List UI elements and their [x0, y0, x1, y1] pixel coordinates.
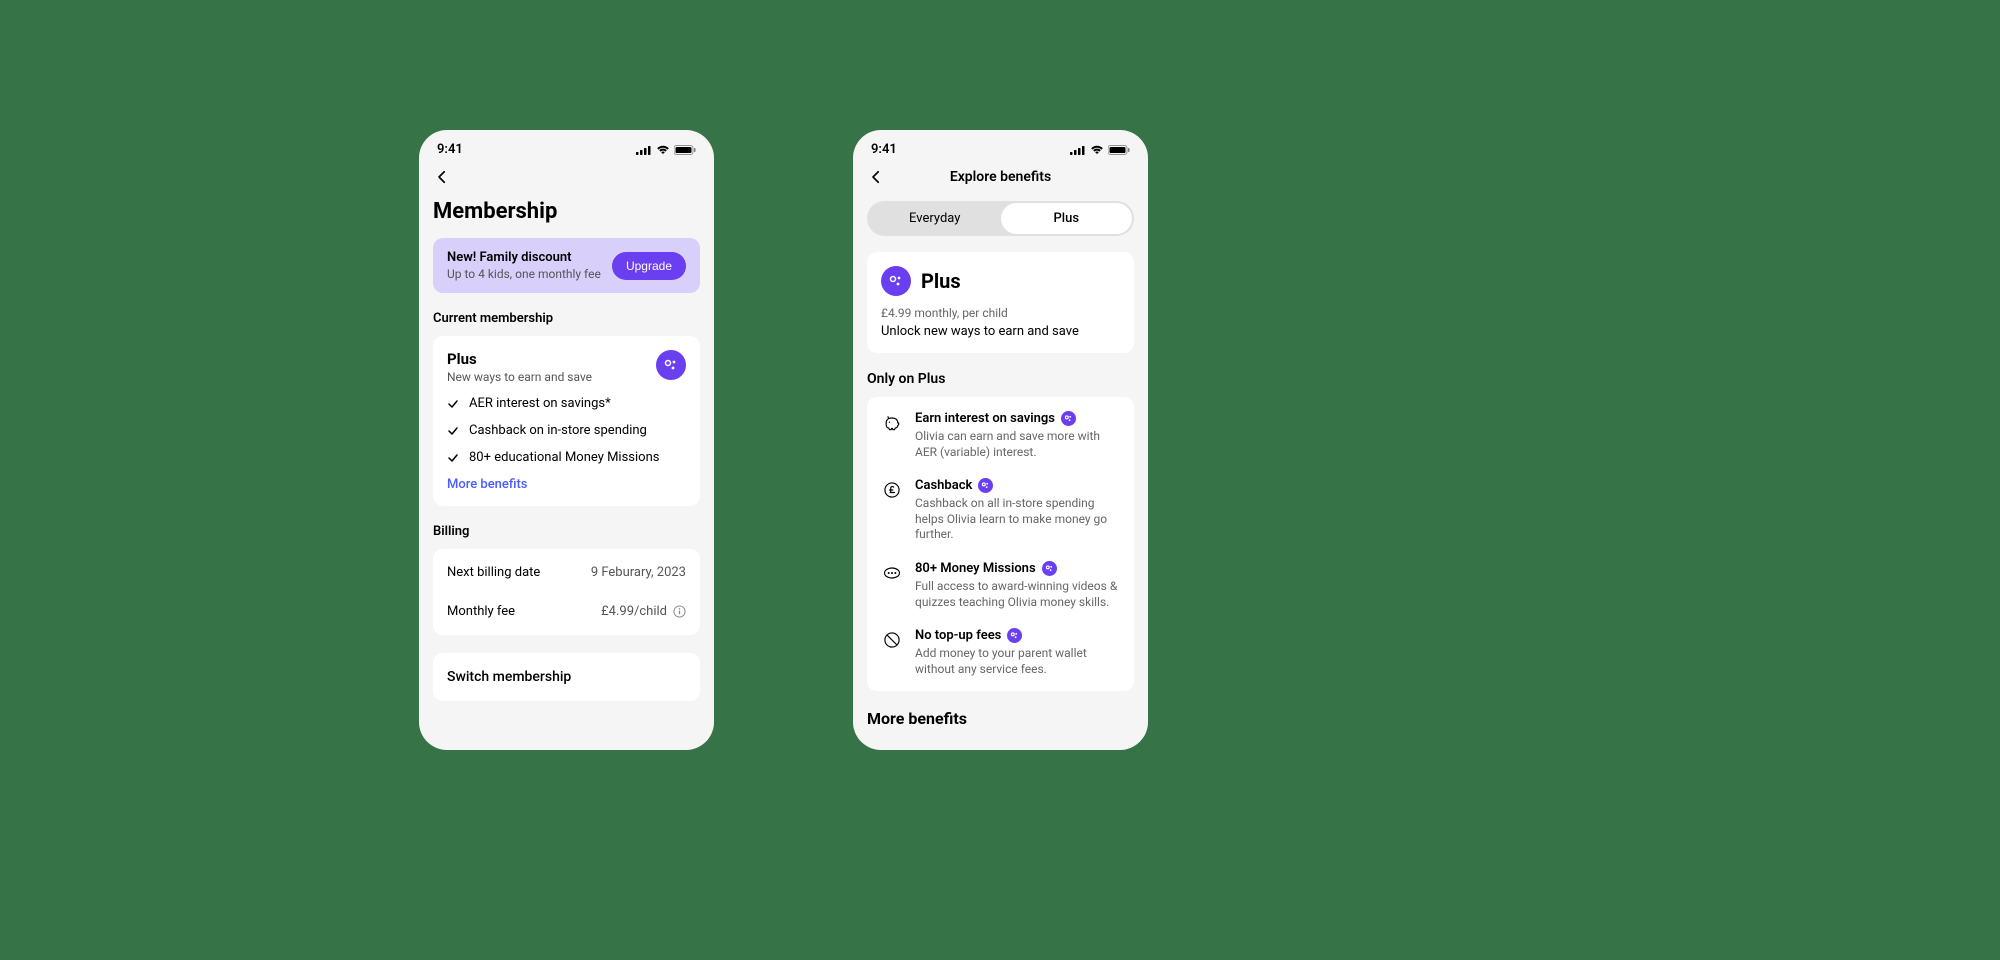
- status-icons: [1070, 145, 1130, 155]
- benefit-desc: Add money to your parent wallet without …: [915, 646, 1120, 677]
- next-billing-value: 9 Feburary, 2023: [591, 565, 686, 580]
- billing-card: Next billing date 9 Feburary, 2023 Month…: [433, 549, 700, 635]
- status-icons: [636, 145, 696, 155]
- signal-icon: [1070, 145, 1086, 155]
- feature-text: Cashback on in-store spending: [469, 423, 647, 438]
- monthly-fee-value: £4.99/child: [601, 604, 667, 619]
- banner-title: New! Family discount: [447, 250, 601, 265]
- plus-badge-icon: [1061, 411, 1076, 426]
- check-icon: [447, 398, 459, 410]
- upgrade-button[interactable]: Upgrade: [612, 252, 686, 280]
- benefit-desc: Cashback on all in-store spending helps …: [915, 496, 1120, 543]
- benefit-title: Earn interest on savings: [915, 411, 1055, 426]
- current-membership-label: Current membership: [433, 311, 700, 326]
- benefit-title: Cashback: [915, 478, 972, 493]
- billing-fee-row: Monthly fee £4.99/child: [447, 598, 686, 625]
- plus-hero-desc: Unlock new ways to earn and save: [881, 324, 1120, 339]
- plus-hero-card: Plus £4.99 monthly, per child Unlock new…: [867, 252, 1134, 353]
- switch-membership-button[interactable]: Switch membership: [433, 653, 700, 701]
- tab-plus[interactable]: Plus: [1001, 203, 1133, 234]
- benefit-desc: Full access to award-winning videos & qu…: [915, 579, 1120, 610]
- more-benefits-link[interactable]: More benefits: [447, 477, 686, 492]
- page-title: Membership: [433, 199, 700, 224]
- current-plan-card: Plus New ways to earn and save AER inter…: [433, 336, 700, 506]
- wifi-icon: [1090, 145, 1104, 155]
- back-icon[interactable]: [867, 168, 885, 186]
- phone-membership: 9:41 Membership New! Family discount Up …: [419, 130, 714, 750]
- feature-text: AER interest on savings*: [469, 396, 611, 411]
- status-bar: 9:41: [853, 130, 1148, 161]
- wifi-icon: [656, 145, 670, 155]
- benefit-title: 80+ Money Missions: [915, 561, 1036, 576]
- nav-bar: [419, 161, 714, 193]
- status-bar: 9:41: [419, 130, 714, 161]
- status-time: 9:41: [437, 142, 463, 157]
- billing-label: Billing: [433, 524, 700, 539]
- switch-membership-label: Switch membership: [447, 669, 571, 685]
- tab-everyday[interactable]: Everyday: [869, 203, 1001, 234]
- feature-item: 80+ educational Money Missions: [447, 450, 686, 465]
- more-benefits-heading: More benefits: [867, 709, 1134, 728]
- plan-subtitle: New ways to earn and save: [447, 370, 592, 384]
- feature-item: Cashback on in-store spending: [447, 423, 686, 438]
- benefit-desc: Olivia can earn and save more with AER (…: [915, 429, 1120, 460]
- only-on-plus-label: Only on Plus: [867, 371, 1134, 387]
- banner-subtitle: Up to 4 kids, one monthly fee: [447, 267, 601, 281]
- monthly-fee-label: Monthly fee: [447, 604, 515, 619]
- signal-icon: [636, 145, 652, 155]
- battery-icon: [1108, 145, 1130, 155]
- feature-text: 80+ educational Money Missions: [469, 450, 659, 465]
- plus-badge-icon: [1007, 628, 1022, 643]
- plan-name: Plus: [447, 350, 592, 368]
- plus-hero-name: Plus: [921, 269, 961, 293]
- no-fee-icon: [882, 630, 902, 650]
- plus-badge-icon: [881, 266, 911, 296]
- benefit-item: Cashback Cashback on all in-store spendi…: [881, 478, 1120, 543]
- benefit-item: No top-up fees Add money to your parent …: [881, 628, 1120, 677]
- missions-icon: [882, 563, 902, 583]
- info-icon[interactable]: [673, 605, 686, 618]
- back-icon[interactable]: [433, 168, 451, 186]
- plus-hero-price: £4.99 monthly, per child: [881, 306, 1120, 320]
- status-time: 9:41: [871, 142, 897, 157]
- benefit-title: No top-up fees: [915, 628, 1001, 643]
- benefits-card: Earn interest on savings Olivia can earn…: [867, 397, 1134, 691]
- nav-bar: Explore benefits: [853, 161, 1148, 193]
- phone-explore-benefits: 9:41 Explore benefits Everyday Plus Plus…: [853, 130, 1148, 750]
- pound-icon: [882, 480, 902, 500]
- plus-badge-icon: [656, 350, 686, 380]
- plus-badge-icon: [1042, 561, 1057, 576]
- feature-item: AER interest on savings*: [447, 396, 686, 411]
- battery-icon: [674, 145, 696, 155]
- plan-segment-control: Everyday Plus: [867, 201, 1134, 236]
- billing-next-row: Next billing date 9 Feburary, 2023: [447, 559, 686, 586]
- check-icon: [447, 425, 459, 437]
- next-billing-label: Next billing date: [447, 565, 540, 580]
- benefit-item: 80+ Money Missions Full access to award-…: [881, 561, 1120, 610]
- family-discount-banner: New! Family discount Up to 4 kids, one m…: [433, 238, 700, 293]
- plus-badge-icon: [978, 478, 993, 493]
- check-icon: [447, 452, 459, 464]
- benefit-item: Earn interest on savings Olivia can earn…: [881, 411, 1120, 460]
- nav-title: Explore benefits: [853, 169, 1148, 185]
- piggy-bank-icon: [882, 413, 902, 433]
